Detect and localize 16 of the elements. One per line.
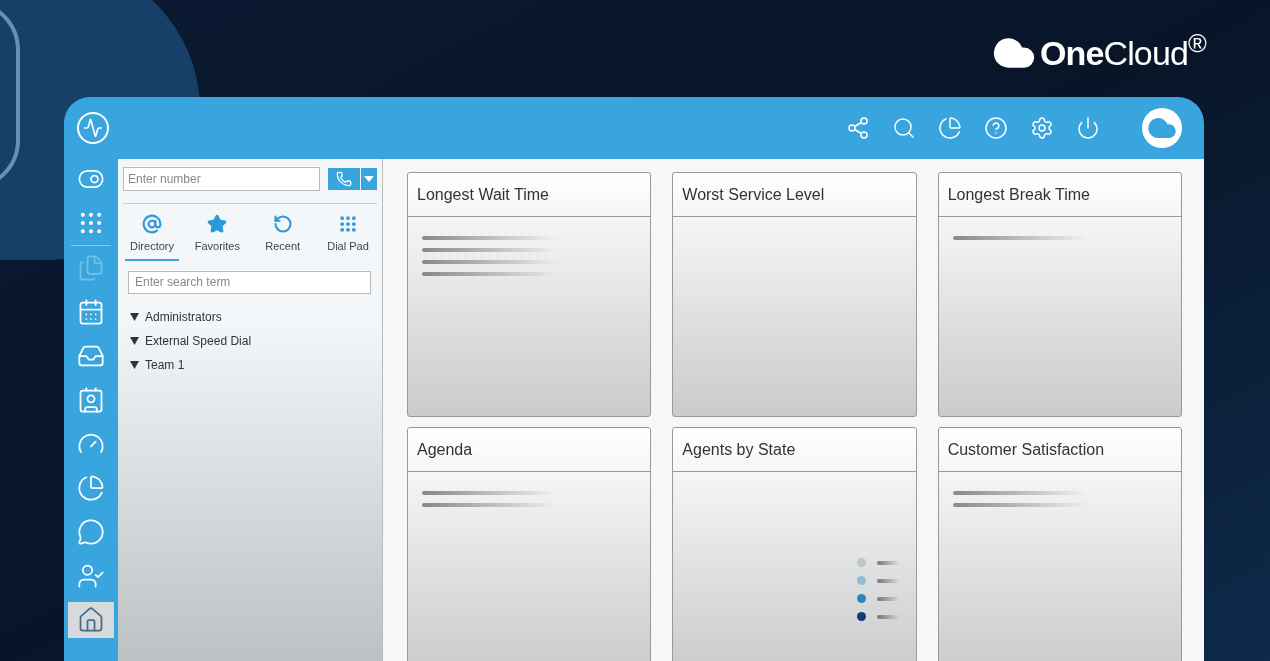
directory-tab[interactable]: Favorites xyxy=(190,214,245,261)
card-title: Agents by State xyxy=(682,439,796,460)
card-title: Agenda xyxy=(417,439,473,460)
directory-tab[interactable]: Recent xyxy=(255,214,310,261)
directory-tab[interactable]: Dial Pad xyxy=(321,214,375,261)
card-title: Longest Wait Time xyxy=(417,184,549,205)
card-title: Customer Satisfaction xyxy=(947,439,1105,460)
number-field[interactable]: Enter number xyxy=(123,167,320,191)
card-title: Worst Service Level xyxy=(682,184,825,205)
search-field[interactable]: Enter search term xyxy=(128,270,371,294)
directory-tab[interactable]: Directory xyxy=(125,214,179,261)
tree-item[interactable]: External Speed Dial xyxy=(130,331,377,350)
tree-item[interactable]: Team 1 xyxy=(130,355,377,374)
tree-item[interactable]: Administrators xyxy=(130,307,377,326)
brand-logo: OneCloud$^{®}$ xyxy=(1039,27,1206,74)
card-title: Longest Break Time xyxy=(947,184,1090,205)
